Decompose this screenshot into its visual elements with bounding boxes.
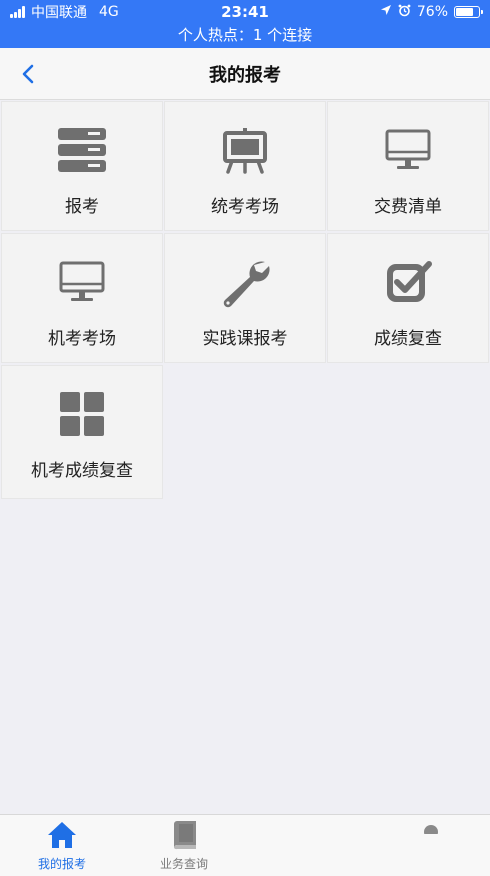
alarm-icon [398, 4, 411, 21]
menu-item-label: 机考考场 [48, 329, 116, 349]
menu-item-register[interactable]: 报考 [1, 101, 163, 231]
menu-item-computer-score-review[interactable]: 机考成绩复查 [1, 365, 163, 499]
menu-item-score-review[interactable]: 成绩复查 [327, 233, 489, 363]
status-right: 76% [380, 4, 483, 21]
user-icon [424, 825, 438, 839]
back-button[interactable] [14, 60, 42, 88]
network-label: 4G [99, 4, 119, 20]
status-left: 中国联通 4G [10, 2, 119, 22]
page-title: 我的报考 [209, 64, 281, 86]
status-row: 中国联通 4G 23:41 76% [0, 0, 490, 24]
menu-item-label: 成绩复查 [374, 329, 442, 349]
hotspot-banner[interactable]: 个人热点：1 个连接 [0, 24, 490, 48]
grid-icon [52, 384, 112, 444]
battery-percent: 76% [416, 4, 448, 20]
menu-item-label: 机考成绩复查 [31, 461, 133, 481]
check-square-icon [378, 252, 438, 312]
server-icon [52, 120, 112, 180]
monitor-icon [52, 252, 112, 312]
tab-business-query[interactable]: 业务查询 [134, 815, 234, 876]
chevron-left-icon [22, 64, 34, 84]
tab-profile-partial[interactable] [420, 819, 442, 839]
menu-item-computer-exam-room[interactable]: 机考考场 [1, 233, 163, 363]
location-arrow-icon [380, 4, 392, 20]
signal-icon [10, 6, 25, 18]
status-bar: 中国联通 4G 23:41 76% 个人热点：1 个连接 [0, 0, 490, 48]
carrier-label: 中国联通 [31, 5, 87, 21]
navigation-bar: 我的报考 [0, 48, 490, 100]
easel-icon [215, 120, 275, 180]
home-icon [46, 819, 78, 851]
tab-label: 业务查询 [159, 857, 208, 871]
menu-item-label: 报考 [65, 197, 99, 217]
menu-item-unified-exam-room[interactable]: 统考考场 [164, 101, 326, 231]
menu-item-payment-list[interactable]: 交费清单 [327, 101, 489, 231]
tab-label: 我的报考 [37, 857, 86, 871]
battery-fill [456, 8, 473, 16]
monitor-icon [378, 120, 438, 180]
wrench-icon [215, 252, 275, 312]
menu-item-label: 实践课报考 [202, 329, 288, 349]
menu-item-label: 统考考场 [211, 197, 279, 217]
tab-my-registration[interactable]: 我的报考 [12, 815, 112, 876]
menu-item-label: 交费清单 [374, 197, 442, 217]
tab-bar: 我的报考 业务查询 [0, 814, 490, 876]
menu-item-practice-course-register[interactable]: 实践课报考 [164, 233, 326, 363]
book-icon [170, 819, 198, 851]
battery-icon [454, 6, 483, 18]
